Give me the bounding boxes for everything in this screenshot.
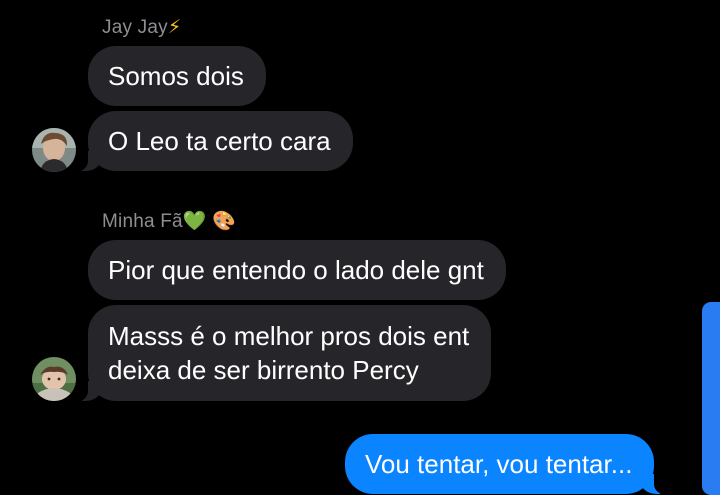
message-bubble[interactable]: Pior que entendo o lado dele gnt — [88, 240, 506, 300]
message-bubble[interactable]: O Leo ta certo cara — [78, 111, 353, 171]
green-heart-emoji-icon: 💚 — [182, 210, 207, 232]
sender-name-text: Minha Fã — [102, 211, 183, 232]
avatar-photo-icon — [32, 128, 76, 172]
message-text: Vou tentar, vou tentar... — [365, 449, 633, 479]
sender-name-jay-jay: Jay Jay⚡ — [102, 16, 181, 39]
message-text-line-1: Masss é o melhor pros dois ent — [108, 321, 470, 351]
sender-name-text: Jay Jay — [102, 17, 168, 38]
message-text: O Leo ta certo cara — [108, 126, 331, 156]
palette-emoji-icon: 🎨 — [212, 210, 237, 232]
message-bubble[interactable]: Somos dois — [88, 46, 266, 106]
message-bubble-outgoing[interactable]: Vou tentar, vou tentar... — [345, 434, 665, 494]
message-text-line-2: deixa de ser birrento Percy — [108, 355, 419, 385]
avatar[interactable] — [32, 357, 76, 401]
avatar[interactable] — [32, 128, 76, 172]
scrollbar[interactable] — [702, 302, 720, 495]
message-text: Somos dois — [108, 61, 244, 91]
avatar-photo-icon — [32, 357, 76, 401]
lightning-emoji-icon: ⚡ — [167, 16, 182, 38]
message-bubble[interactable]: Masss é o melhor pros dois ent deixa de … — [77, 305, 492, 401]
sender-name-minha-fa: Minha Fã💚 🎨 — [102, 209, 236, 233]
message-text: Pior que entendo o lado dele gnt — [108, 255, 484, 285]
